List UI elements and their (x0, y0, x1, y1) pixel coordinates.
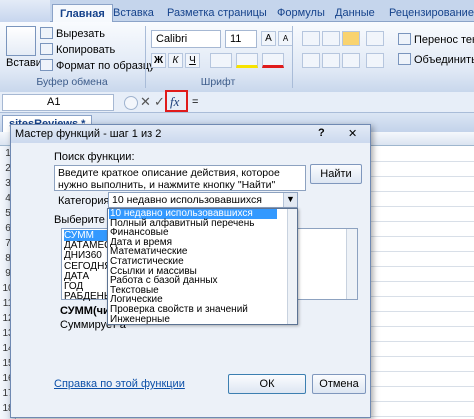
font-size-select[interactable]: 11 (225, 30, 257, 48)
wrap-text-label: Перенос текст (414, 34, 474, 46)
italic-button[interactable]: К (168, 53, 183, 68)
dialog-help-button[interactable]: ? (318, 127, 325, 139)
font-group-label: Шрифт (200, 76, 236, 88)
dialog-close-button[interactable]: ✕ (348, 127, 357, 140)
bold-button[interactable]: Ж (151, 53, 166, 68)
enter-icon[interactable]: ✓ (154, 94, 165, 110)
align-top-icon[interactable] (302, 31, 320, 46)
merge-icon (398, 53, 411, 65)
tab-home[interactable]: Главная (52, 4, 113, 22)
formula-content[interactable]: = (192, 96, 198, 108)
category-label: Категория: (58, 195, 113, 207)
copy-button[interactable]: Копировать (40, 43, 115, 58)
clipboard-group-label: Буфер обмена (36, 76, 108, 88)
paste-icon[interactable] (6, 26, 36, 56)
format-painter-button[interactable]: Формат по образцу (40, 59, 155, 74)
align-right-icon[interactable] (342, 53, 360, 68)
tab-formulas[interactable]: Формулы (270, 4, 332, 22)
chevron-down-icon[interactable]: ▼ (283, 193, 297, 207)
wrap-text-icon (398, 33, 411, 45)
font-color-icon[interactable] (262, 53, 284, 68)
wrap-text-button[interactable]: Перенос текст (398, 33, 474, 48)
underline-button[interactable]: Ч (185, 53, 200, 68)
brush-icon (40, 59, 53, 71)
category-dropdown-scrollbar[interactable] (287, 209, 297, 324)
shrink-font-button[interactable]: A (278, 31, 293, 46)
ok-button[interactable]: ОК (228, 374, 306, 394)
align-center-icon[interactable] (322, 53, 340, 68)
function-list-scrollbar[interactable] (346, 229, 357, 299)
grow-font-button[interactable]: A (261, 31, 276, 46)
dialog-title: Мастер функций - шаг 1 из 2 (11, 125, 370, 143)
merge-button[interactable]: Объединить и (398, 53, 474, 68)
fx-highlight-box (165, 90, 188, 112)
category-select[interactable]: 10 недавно использовавшихся (108, 192, 298, 208)
merge-label: Объединить и (414, 54, 474, 66)
tab-page-layout[interactable]: Разметка страницы (160, 4, 274, 22)
tab-data[interactable]: Данные (328, 4, 382, 22)
orientation-icon[interactable] (366, 31, 384, 46)
category-option[interactable]: Инженерные (109, 314, 170, 325)
indent-icon[interactable] (366, 53, 384, 68)
cut-label: Вырезать (56, 28, 105, 40)
cancel-icon[interactable]: ✕ (140, 94, 151, 110)
align-left-icon[interactable] (302, 53, 320, 68)
ribbon-separator (292, 26, 293, 88)
search-label: Поиск функции: (54, 151, 135, 163)
fill-color-icon[interactable] (236, 53, 258, 68)
cancel-button[interactable]: Отмена (312, 374, 366, 394)
name-box[interactable]: A1 (2, 94, 114, 111)
font-name-select[interactable]: Calibri (151, 30, 221, 48)
scissors-icon (40, 27, 53, 39)
find-button[interactable]: Найти (310, 164, 362, 184)
format-painter-label: Формат по образцу (56, 60, 155, 72)
help-link[interactable]: Справка по этой функции (54, 378, 185, 390)
search-input[interactable]: Введите краткое описание действия, котор… (54, 165, 306, 191)
tab-review[interactable]: Рецензирование (382, 4, 474, 22)
copy-label: Копировать (56, 44, 116, 56)
expand-icon[interactable] (124, 96, 138, 110)
office-button[interactable] (0, 0, 50, 22)
borders-icon[interactable] (210, 53, 232, 68)
function-item[interactable]: РАБДЕНЬ (64, 291, 110, 302)
copy-icon (40, 43, 53, 55)
cut-button[interactable]: Вырезать (40, 27, 105, 42)
align-middle-icon[interactable] (322, 31, 340, 46)
tab-insert[interactable]: Вставка (106, 4, 161, 22)
align-bottom-icon[interactable] (342, 31, 360, 46)
